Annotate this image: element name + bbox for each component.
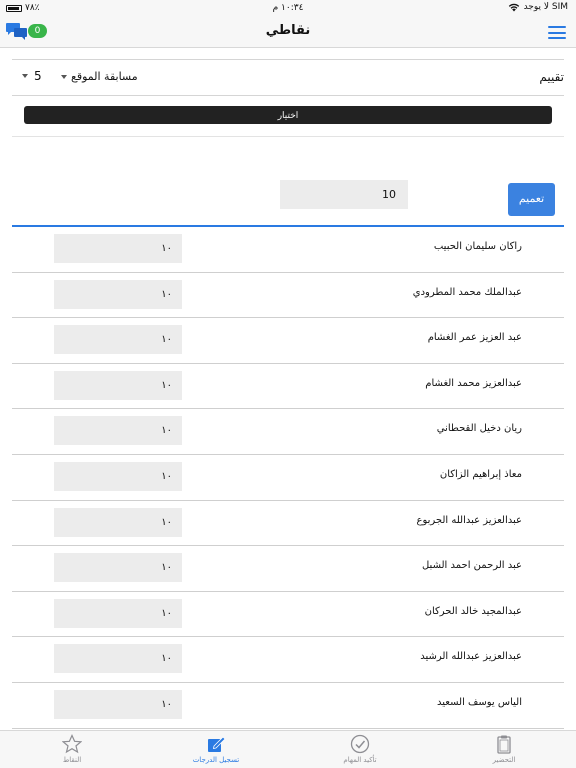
- students-list: راكان سليمان الحبيب عبدالملك محمد المطرود…: [12, 227, 564, 729]
- table-row: عبد العزيز عمر الغشام: [12, 318, 564, 364]
- table-row: معاذ إبراهيم الزاكان: [12, 455, 564, 501]
- student-score-input[interactable]: [54, 507, 182, 537]
- tab-points[interactable]: النقاط: [32, 734, 112, 764]
- wifi-icon: [508, 3, 519, 11]
- table-row: ريان دخيل القحطاني: [12, 409, 564, 455]
- chevron-down-icon: [61, 74, 67, 79]
- navigation-bar: 0 نقاطي: [0, 16, 576, 48]
- apply-all-button[interactable]: تعميم: [508, 183, 555, 216]
- chevron-down-icon: [22, 74, 28, 78]
- student-score-input[interactable]: [54, 416, 182, 446]
- student-name: ريان دخيل القحطاني: [436, 423, 522, 435]
- page-title: نقاطي: [265, 23, 311, 38]
- student-name: عبد العزيز عمر الغشام: [427, 332, 522, 344]
- student-name: معاذ إبراهيم الزاكان: [439, 468, 522, 480]
- student-name: عبدالعزيز عبدالله الجربوع: [416, 514, 522, 526]
- tab-bar: التحضير تأكيد المهام تسجيل الدرجات النقا…: [0, 730, 576, 768]
- edit-icon: [208, 736, 226, 752]
- student-name: عبد الرحمن احمد الشبل: [421, 560, 522, 572]
- student-score-input[interactable]: [54, 461, 182, 491]
- choose-button[interactable]: اختيار: [24, 106, 552, 124]
- table-row: عبدالعزيز عبدالله الجربوع: [12, 501, 564, 547]
- student-score-input[interactable]: [54, 644, 182, 674]
- status-bar: ٧٨٪ ١٠:٣٤ م لا يوجد SIM: [0, 0, 576, 16]
- table-row: عبدالمجيد خالد الحركان: [12, 592, 564, 638]
- table-row: عبدالعزيز محمد الغشام: [12, 364, 564, 410]
- check-circle-icon: [350, 734, 370, 754]
- star-icon: [62, 734, 82, 754]
- table-row: الياس يوسف السعيد: [12, 683, 564, 729]
- rating-row: تقييم مسابقة الموقع 5: [12, 59, 564, 96]
- number-select[interactable]: 5: [22, 69, 42, 83]
- tab-label: تأكيد المهام: [343, 756, 377, 764]
- screen: ٧٨٪ ١٠:٣٤ م لا يوجد SIM 0 نقاطي تقييم مس…: [0, 0, 576, 768]
- student-name: راكان سليمان الحبيب: [433, 241, 522, 252]
- student-name: عبدالمجيد خالد الحركان: [424, 605, 522, 617]
- student-score-input[interactable]: [54, 598, 182, 628]
- tab-label: التحضير: [492, 756, 516, 764]
- menu-icon[interactable]: [548, 26, 566, 39]
- student-score-input[interactable]: [54, 553, 182, 583]
- student-score-input[interactable]: [54, 325, 182, 355]
- clipboard-icon: [497, 735, 511, 754]
- tab-label: تسجيل الدرجات: [192, 756, 240, 764]
- table-row: راكان سليمان الحبيب: [12, 227, 564, 273]
- carrier-info: لا يوجد SIM: [508, 2, 568, 12]
- table-row: عبدالملك محمد المطرودي: [12, 273, 564, 319]
- tab-attendance[interactable]: التحضير: [464, 734, 544, 764]
- tab-confirm-tasks[interactable]: تأكيد المهام: [320, 734, 400, 764]
- student-score-input[interactable]: [54, 279, 182, 309]
- apply-score-input[interactable]: [280, 180, 408, 209]
- student-name: عبدالملك محمد المطرودي: [412, 286, 522, 298]
- number-value: 5: [34, 69, 42, 83]
- tab-label: النقاط: [62, 756, 82, 764]
- table-row: عبدالعزيز عبدالله الرشيد: [12, 637, 564, 683]
- rating-label: تقييم: [539, 70, 564, 84]
- student-name: عبدالعزيز عبدالله الرشيد: [420, 651, 522, 663]
- student-name: عبدالعزيز محمد الغشام: [425, 377, 522, 389]
- tab-record-grades[interactable]: تسجيل الدرجات: [176, 734, 256, 764]
- student-name: الياس يوسف السعيد: [437, 696, 522, 708]
- student-score-input[interactable]: [54, 689, 182, 719]
- carrier-label: لا يوجد SIM: [523, 2, 568, 12]
- divider: [12, 136, 564, 137]
- competition-select[interactable]: مسابقة الموقع: [61, 70, 138, 83]
- status-time: ١٠:٣٤ م: [272, 3, 304, 13]
- student-score-input[interactable]: [54, 234, 182, 263]
- table-row: عبد الرحمن احمد الشبل: [12, 546, 564, 592]
- student-score-input[interactable]: [54, 370, 182, 400]
- competition-value: مسابقة الموقع: [71, 70, 138, 83]
